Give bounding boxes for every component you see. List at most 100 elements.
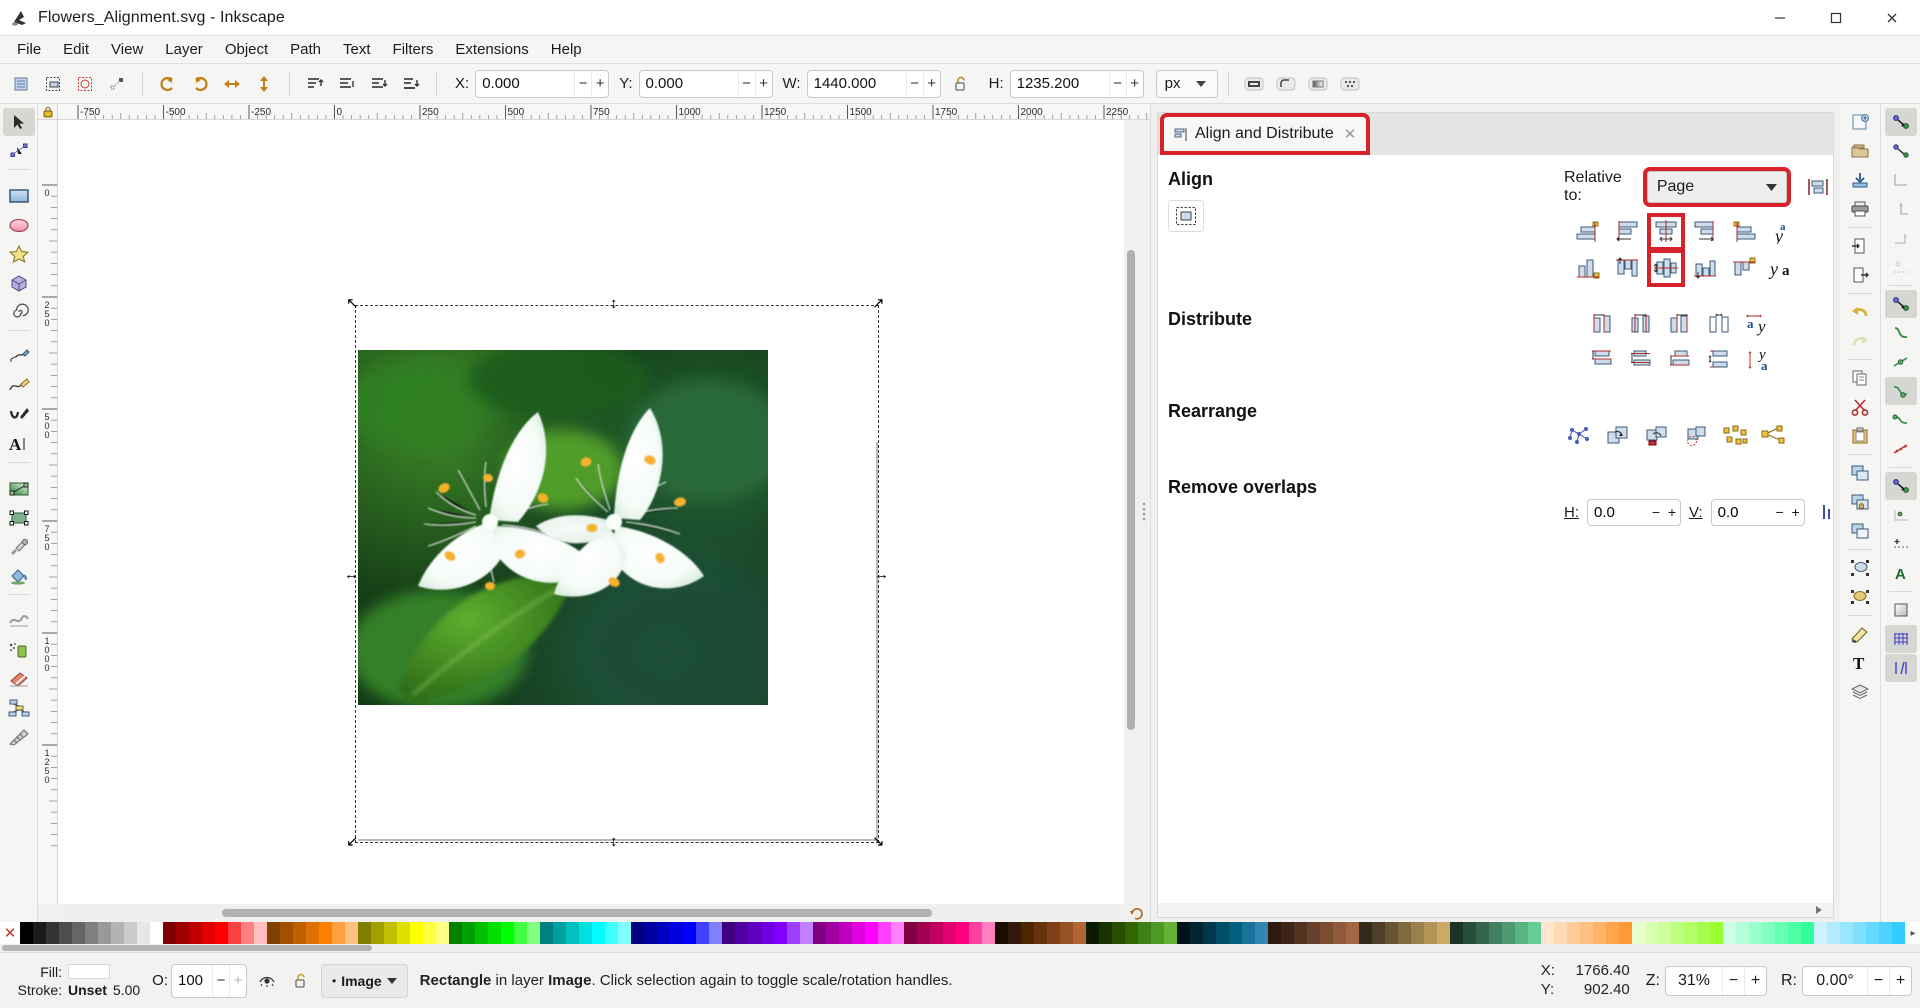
x-input[interactable] <box>476 71 574 97</box>
palette-swatch[interactable] <box>306 922 319 944</box>
center-on-vertical-axis-icon[interactable] <box>1651 217 1681 247</box>
rotate-canvas-icon[interactable] <box>1124 906 1150 920</box>
ruler-lock-icon[interactable] <box>38 104 58 120</box>
gradient-icon[interactable] <box>3 475 35 503</box>
palette-swatch[interactable] <box>1554 922 1567 944</box>
palette-swatch[interactable] <box>1892 922 1905 944</box>
palette-swatch[interactable] <box>475 922 488 944</box>
menu-filters[interactable]: Filters <box>382 38 445 61</box>
opacity-plus[interactable]: + <box>229 965 246 997</box>
flip-horizontal-icon[interactable] <box>217 69 247 99</box>
undo-icon[interactable] <box>1844 298 1876 326</box>
palette-swatch[interactable] <box>397 922 410 944</box>
clone-icon[interactable] <box>1844 488 1876 516</box>
overlap-v-plus[interactable]: + <box>1788 500 1804 525</box>
palette-swatch[interactable] <box>852 922 865 944</box>
rotation-plus[interactable]: + <box>1889 967 1911 995</box>
palette-swatch[interactable] <box>189 922 202 944</box>
palette-scroll-right-icon[interactable]: ▸ <box>1906 922 1920 944</box>
snap-path-intersections-icon[interactable] <box>1885 348 1917 376</box>
palette-swatch[interactable] <box>1112 922 1125 944</box>
palette-swatch[interactable] <box>1164 922 1177 944</box>
palette-swatch[interactable] <box>1866 922 1879 944</box>
vertical-scroll-thumb[interactable] <box>1127 250 1135 730</box>
distribute-vertical-gaps-equal-icon[interactable] <box>1706 345 1736 375</box>
ungroup-icon[interactable] <box>1844 583 1876 611</box>
palette-swatch[interactable] <box>1333 922 1346 944</box>
rotation-field[interactable]: 0.00° − + <box>1802 966 1912 996</box>
panel-footer-scroll[interactable] <box>1158 903 1833 917</box>
palette-swatch[interactable] <box>98 922 111 944</box>
palette-swatch[interactable] <box>345 922 358 944</box>
horizontal-scrollbar[interactable] <box>62 907 1120 919</box>
overlap-v-minus[interactable]: − <box>1772 500 1788 525</box>
palette-swatch[interactable] <box>930 922 943 944</box>
handle-bottom-left[interactable]: ↙ <box>346 834 359 849</box>
rectangle-tool[interactable] <box>3 182 35 210</box>
palette-swatch[interactable] <box>566 922 579 944</box>
align-right-edges-icon[interactable] <box>1690 217 1720 247</box>
snap-bbox-edge-midpoints-icon[interactable] <box>1885 224 1917 252</box>
spiral-tool[interactable] <box>3 298 35 326</box>
palette-swatch[interactable] <box>488 922 501 944</box>
horizontal-scroll-thumb[interactable] <box>222 909 932 917</box>
unlink-clone-icon[interactable] <box>1844 517 1876 545</box>
move-as-group-icon[interactable] <box>1803 172 1833 202</box>
duplicate-icon[interactable] <box>1844 459 1876 487</box>
palette-swatch[interactable] <box>1788 922 1801 944</box>
palette-swatch[interactable] <box>813 922 826 944</box>
palette-swatch[interactable] <box>1736 922 1749 944</box>
palette-swatch[interactable] <box>1645 922 1658 944</box>
palette-swatch[interactable] <box>267 922 280 944</box>
palette-swatch[interactable] <box>943 922 956 944</box>
palette-swatch[interactable] <box>150 922 163 944</box>
exchange-positions-stacking-order-icon[interactable] <box>1642 421 1672 451</box>
palette-swatch[interactable] <box>631 922 644 944</box>
palette-swatch[interactable] <box>319 922 332 944</box>
rotate-ccw-90-icon[interactable] <box>153 69 183 99</box>
open-document-icon[interactable] <box>1844 137 1876 165</box>
palette-swatch[interactable] <box>956 922 969 944</box>
opacity-minus[interactable]: − <box>212 965 229 997</box>
freehand-pencil-icon[interactable] <box>3 343 35 371</box>
redo-icon[interactable] <box>1844 327 1876 355</box>
palette-swatch[interactable] <box>1294 922 1307 944</box>
overlap-h-input[interactable] <box>1588 500 1648 525</box>
select-all-icon[interactable] <box>6 69 36 99</box>
palette-swatch[interactable] <box>540 922 553 944</box>
handle-bottom-center[interactable]: ↕ <box>610 834 618 849</box>
snap-paths-icon[interactable] <box>1885 319 1917 347</box>
x-spinner[interactable]: − + <box>475 70 609 98</box>
palette-swatch[interactable] <box>384 922 397 944</box>
palette-swatch[interactable] <box>1307 922 1320 944</box>
layer-unlocked-icon[interactable] <box>287 972 315 990</box>
treat-selection-as-group-icon[interactable] <box>1168 200 1204 232</box>
snap-bounding-box-icon[interactable] <box>1885 137 1917 165</box>
connector-diagram-icon[interactable] <box>3 694 35 722</box>
mesh-gradient-icon[interactable] <box>3 504 35 532</box>
palette-swatch[interactable] <box>761 922 774 944</box>
palette-swatch[interactable] <box>280 922 293 944</box>
palette-swatch[interactable] <box>878 922 891 944</box>
palette-swatch[interactable] <box>605 922 618 944</box>
align-right-edges-to-left-anchor-icon[interactable] <box>1573 217 1603 247</box>
palette-swatch[interactable] <box>72 922 85 944</box>
palette-swatch[interactable] <box>241 922 254 944</box>
snap-text-baselines-icon[interactable]: A <box>1885 559 1917 587</box>
horizontal-ruler[interactable]: -750-500-2500250500750100012501500175020… <box>58 104 1150 120</box>
palette-swatch[interactable] <box>1723 922 1736 944</box>
palette-swatch[interactable] <box>1593 922 1606 944</box>
measure-ruler-icon[interactable] <box>3 723 35 751</box>
graph-layout-icon[interactable] <box>1564 421 1594 451</box>
palette-swatch[interactable] <box>501 922 514 944</box>
paste-icon[interactable] <box>1844 422 1876 450</box>
palette-swatch[interactable] <box>696 922 709 944</box>
enable-snapping-icon[interactable] <box>1885 108 1917 136</box>
palette-swatch[interactable] <box>1021 922 1034 944</box>
align-top-edges-icon[interactable] <box>1612 253 1642 283</box>
spray-can-icon[interactable] <box>3 636 35 664</box>
handle-top-left[interactable]: ↖ <box>346 296 359 311</box>
handle-mid-right[interactable]: ↔ <box>874 567 889 582</box>
distribute-centers-equidistant-horizontally-icon[interactable] <box>1628 309 1658 339</box>
palette-swatch[interactable] <box>1476 922 1489 944</box>
